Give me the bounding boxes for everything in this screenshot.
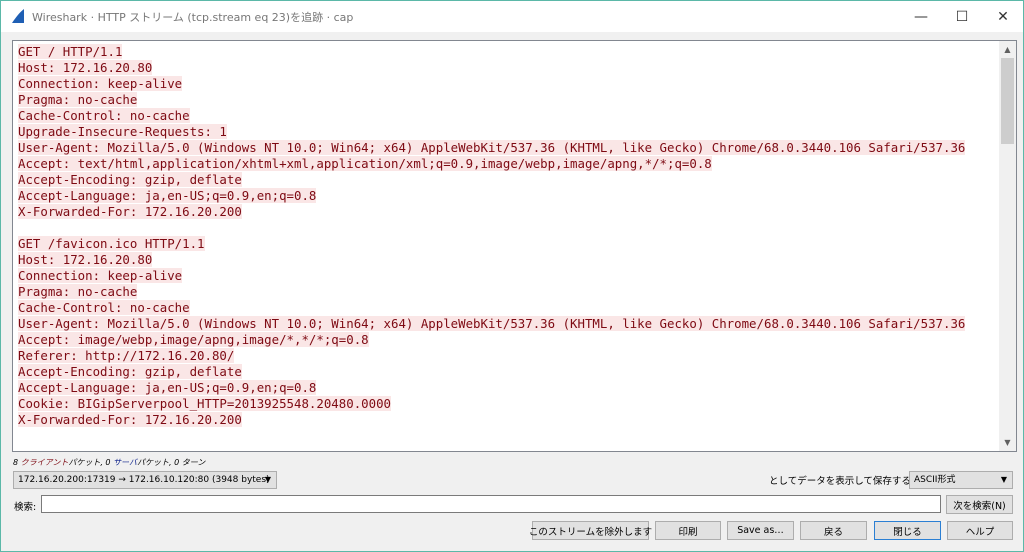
- stream-line: Upgrade-Insecure-Requests: 1: [18, 124, 965, 140]
- scroll-down-arrow-icon[interactable]: ▼: [999, 434, 1016, 451]
- stream-line-text: Cache-Control: no-cache: [18, 108, 190, 123]
- stream-line: Host: 172.16.20.80: [18, 60, 965, 76]
- stream-line: Accept-Encoding: gzip, deflate: [18, 172, 965, 188]
- stream-line: Host: 172.16.20.80: [18, 252, 965, 268]
- stream-line: Accept: image/webp,image/apng,image/*,*/…: [18, 332, 965, 348]
- server-label: サーバ: [113, 458, 137, 467]
- stream-line-text: X-Forwarded-For: 172.16.20.200: [18, 204, 242, 219]
- stream-line-text: GET /favicon.ico HTTP/1.1: [18, 236, 205, 251]
- find-next-button[interactable]: 次を検索(N): [946, 495, 1013, 514]
- stream-line: User-Agent: Mozilla/5.0 (Windows NT 10.0…: [18, 316, 966, 332]
- stream-line: Accept-Language: ja,en-US;q=0.9,en;q=0.8: [18, 188, 965, 204]
- follow-stream-window: Wireshark · HTTP ストリーム (tcp.stream eq 23…: [0, 0, 1024, 552]
- filter-out-stream-button[interactable]: このストリームを除外します: [529, 521, 652, 540]
- close-window-button[interactable]: ✕: [983, 1, 1023, 32]
- stream-line: Pragma: no-cache: [18, 92, 965, 108]
- stream-line-text: Accept: text/html,application/xhtml+xml,…: [18, 156, 712, 171]
- conversation-select-value: 172.16.20.200:17319 → 172.16.10.120:80 (…: [18, 475, 270, 485]
- vertical-scrollbar[interactable]: ▲ ▼: [999, 41, 1016, 451]
- stream-line-text: Pragma: no-cache: [18, 92, 138, 107]
- stream-line-text: User-Agent: Mozilla/5.0 (Windows NT 10.0…: [18, 140, 966, 155]
- stream-line: GET / HTTP/1.1: [18, 44, 965, 60]
- stream-line: X-Forwarded-For: 172.16.20.200: [18, 412, 965, 428]
- stream-content: GET / HTTP/1.1 Host: 172.16.20.80 Connecti…: [18, 44, 966, 428]
- back-button[interactable]: 戻る: [800, 521, 867, 540]
- conversation-select[interactable]: 172.16.20.200:17319 → 172.16.10.120:80 (…: [13, 471, 277, 489]
- server-suffix: パケット, 0 ターン: [136, 458, 206, 467]
- minimize-button[interactable]: —: [901, 1, 941, 32]
- scroll-thumb[interactable]: [1001, 58, 1014, 144]
- stream-line-text: X-Forwarded-For: 172.16.20.200: [18, 412, 242, 427]
- stream-line-text: Accept-Language: ja,en-US;q=0.9,en;q=0.8: [18, 380, 317, 395]
- chevron-down-icon: ▼: [1000, 475, 1007, 484]
- stream-line-text: GET / HTTP/1.1: [18, 44, 123, 59]
- format-select[interactable]: ASCII形式 ▼: [909, 471, 1013, 489]
- client-packet-count: 8: [13, 458, 19, 467]
- stream-line: Cache-Control: no-cache: [18, 300, 965, 316]
- stream-line-text: Accept: image/webp,image/apng,image/*,*/…: [18, 332, 369, 347]
- stream-line-text: Accept-Language: ja,en-US;q=0.9,en;q=0.8: [18, 188, 317, 203]
- window-title: Wireshark · HTTP ストリーム (tcp.stream eq 23…: [32, 11, 354, 24]
- stream-line-text: Upgrade-Insecure-Requests: 1: [18, 124, 227, 139]
- stream-line: Accept-Language: ja,en-US;q=0.9,en;q=0.8: [18, 380, 965, 396]
- stream-line: Cache-Control: no-cache: [18, 108, 965, 124]
- client-label: クライアント: [20, 458, 69, 467]
- wireshark-fin-icon: [10, 8, 26, 24]
- stream-line: Cookie: BIGipServerpool_HTTP=2013925548.…: [18, 396, 965, 412]
- stream-line: Accept-Encoding: gzip, deflate: [18, 364, 965, 380]
- stream-line: GET /favicon.ico HTTP/1.1: [18, 236, 965, 252]
- stream-line-text: Connection: keep-alive: [18, 76, 183, 91]
- maximize-button[interactable]: ☐: [942, 1, 982, 32]
- stream-line-text: Accept-Encoding: gzip, deflate: [18, 364, 242, 379]
- stream-text-view[interactable]: GET / HTTP/1.1 Host: 172.16.20.80 Connecti…: [12, 40, 1017, 452]
- close-button[interactable]: 閉じる: [874, 521, 941, 540]
- stream-line: X-Forwarded-For: 172.16.20.200: [18, 204, 965, 220]
- stream-line: [18, 220, 965, 236]
- format-select-value: ASCII形式: [914, 475, 956, 485]
- stream-line-text: Host: 172.16.20.80: [18, 60, 153, 75]
- find-label: 検索:: [14, 502, 37, 513]
- stream-line: User-Agent: Mozilla/5.0 (Windows NT 10.0…: [18, 140, 966, 156]
- stream-line: Accept: text/html,application/xhtml+xml,…: [18, 156, 965, 172]
- print-button[interactable]: 印刷: [655, 521, 721, 540]
- stream-line-text: Cookie: BIGipServerpool_HTTP=2013925548.…: [18, 396, 391, 411]
- stream-line: Connection: keep-alive: [18, 268, 965, 284]
- save-as-button[interactable]: Save as…: [727, 521, 794, 540]
- help-button[interactable]: ヘルプ: [947, 521, 1013, 540]
- stream-line-text: Cache-Control: no-cache: [18, 300, 190, 315]
- stream-line-text: Accept-Encoding: gzip, deflate: [18, 172, 242, 187]
- stream-line: Connection: keep-alive: [18, 76, 965, 92]
- stream-line: Referer: http://172.16.20.80/: [18, 348, 965, 364]
- stream-line-text: Connection: keep-alive: [18, 268, 183, 283]
- stream-line-text: Host: 172.16.20.80: [18, 252, 153, 267]
- client-suffix: パケット, 0: [68, 458, 111, 467]
- stream-line-text: User-Agent: Mozilla/5.0 (Windows NT 10.0…: [18, 316, 966, 331]
- save-as-label: としてデータを表示して保存する: [769, 476, 911, 487]
- stream-line: Pragma: no-cache: [18, 284, 965, 300]
- stream-line-text: Referer: http://172.16.20.80/: [18, 348, 235, 363]
- scroll-up-arrow-icon[interactable]: ▲: [999, 41, 1016, 58]
- title-bar[interactable]: Wireshark · HTTP ストリーム (tcp.stream eq 23…: [1, 1, 1023, 32]
- find-input[interactable]: [41, 495, 941, 513]
- chevron-down-icon: ▼: [264, 475, 271, 484]
- packet-summary: 8 クライアントパケット, 0 サーバパケット, 0 ターン: [13, 457, 205, 468]
- stream-line-text: Pragma: no-cache: [18, 284, 138, 299]
